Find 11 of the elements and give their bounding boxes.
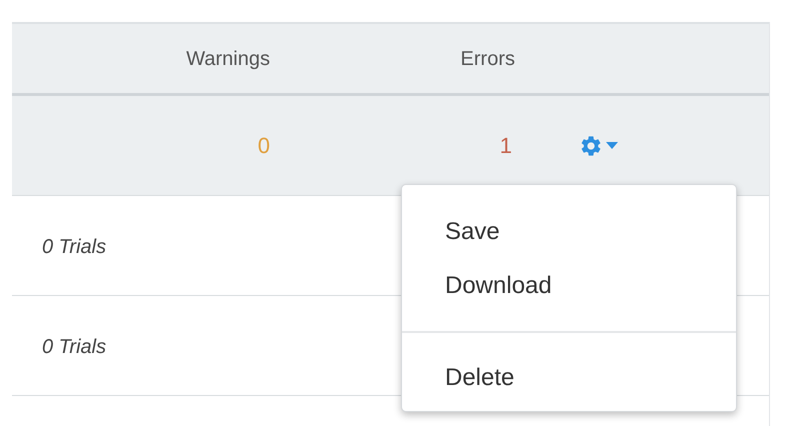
- settings-dropdown-button[interactable]: [579, 134, 618, 158]
- caret-icon: [606, 142, 618, 149]
- table-cell: 0 Trials: [42, 336, 106, 358]
- table-cell: 0 Trials: [42, 236, 106, 258]
- gear-icon: [579, 134, 603, 158]
- column-header: Warnings: [186, 48, 270, 70]
- table-cell: 0: [258, 133, 270, 158]
- column-header: Errors: [460, 48, 515, 70]
- table-cell: 1: [500, 133, 512, 158]
- table-row[interactable]: 0 1: [12, 96, 769, 196]
- menu-item[interactable]: Save: [402, 205, 736, 259]
